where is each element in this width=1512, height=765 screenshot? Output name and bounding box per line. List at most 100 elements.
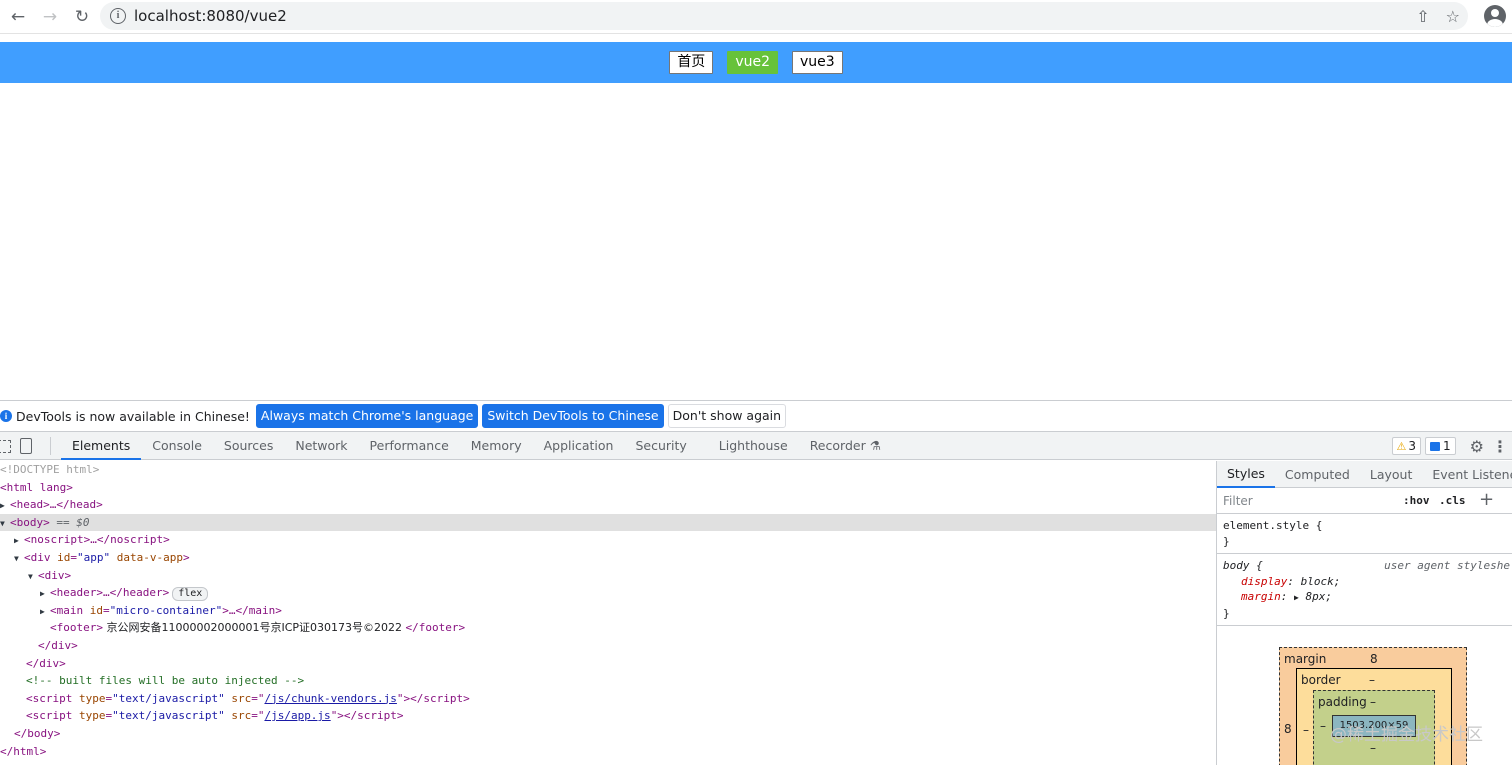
- user-agent-origin: user agent styleshe: [1384, 559, 1510, 572]
- info-icon: i: [0, 410, 12, 422]
- forward-icon[interactable]: →: [36, 3, 64, 31]
- dom-node-script-vendors[interactable]: <script type="text/javascript" src="/js/…: [0, 690, 1216, 708]
- html-close-tag: </html>: [0, 744, 47, 758]
- dom-node-html[interactable]: <html lang>: [0, 479, 1216, 497]
- dom-node-main[interactable]: ▶ <main id="micro-container">…</main>: [0, 602, 1216, 620]
- new-style-rule-icon[interactable]: +: [1479, 489, 1494, 510]
- messages-badge[interactable]: 1: [1425, 437, 1456, 455]
- share-icon[interactable]: ⇧: [1416, 7, 1429, 26]
- nav-link-vue3[interactable]: vue3: [792, 51, 843, 74]
- tab-recorder[interactable]: Recorder ⚗: [799, 432, 892, 460]
- messages-count: 1: [1443, 439, 1451, 453]
- tab-security[interactable]: Security: [624, 432, 697, 460]
- profile-avatar-icon[interactable]: [1484, 5, 1506, 27]
- dom-node-script-app[interactable]: <script type="text/javascript" src="/js/…: [0, 707, 1216, 725]
- styles-tabbar: Styles Computed Layout Event Listeners: [1217, 461, 1512, 488]
- more-options-icon[interactable]: ⋮: [1492, 437, 1508, 456]
- reload-icon[interactable]: ↻: [68, 3, 96, 31]
- dom-node-div-app-close[interactable]: </div>: [0, 655, 1216, 673]
- element-style-rule[interactable]: element.style { }: [1217, 514, 1512, 554]
- tab-application[interactable]: Application: [533, 432, 625, 460]
- cls-toggle[interactable]: .cls: [1439, 494, 1466, 507]
- dont-show-again-button[interactable]: Don't show again: [667, 404, 787, 428]
- url-text[interactable]: localhost:8080/vue2: [134, 7, 287, 25]
- div-app-tag: <div: [24, 550, 58, 564]
- head-tag: <head>…</head>: [10, 498, 103, 512]
- padding-top-value: –: [1370, 695, 1376, 709]
- body-close-tag: </body>: [14, 726, 61, 740]
- attr-name: id: [57, 550, 71, 564]
- always-match-language-button[interactable]: Always match Chrome's language: [255, 404, 479, 428]
- expand-triangle-icon[interactable]: ▶: [0, 497, 10, 515]
- device-toolbar-icon[interactable]: [16, 436, 36, 456]
- header-tag: <header>…</header>: [50, 586, 170, 600]
- expand-triangle-icon[interactable]: ▶: [14, 532, 24, 550]
- collapse-triangle-icon[interactable]: ▼: [14, 550, 24, 568]
- back-icon[interactable]: ←: [4, 3, 32, 31]
- dom-node-div[interactable]: ▼ <div>: [0, 567, 1216, 585]
- script-src-link[interactable]: /js/chunk-vendors.js: [264, 692, 396, 705]
- styles-filter-input[interactable]: Filter: [1223, 494, 1253, 508]
- dom-node-head[interactable]: ▶ <head>…</head>: [0, 496, 1216, 514]
- warnings-badge[interactable]: ⚠ 3: [1391, 437, 1422, 455]
- border-label: border: [1301, 673, 1341, 687]
- switch-to-chinese-button[interactable]: Switch DevTools to Chinese: [482, 404, 664, 428]
- tab-performance[interactable]: Performance: [359, 432, 460, 460]
- tab-event-listeners[interactable]: Event Listeners: [1422, 461, 1512, 488]
- expand-triangle-icon[interactable]: ▶: [40, 585, 50, 603]
- devtools-tabbar: Elements Console Sources Network Perform…: [0, 432, 1512, 460]
- dom-node-header[interactable]: ▶ <header>…</header> flex: [0, 584, 1216, 602]
- border-top-value: –: [1369, 673, 1375, 687]
- settings-gear-icon[interactable]: ⚙: [1470, 437, 1484, 456]
- prop-margin: margin: [1241, 590, 1281, 603]
- tab-memory[interactable]: Memory: [460, 432, 533, 460]
- main-open-tag: <main: [50, 603, 90, 617]
- tab-lighthouse[interactable]: Lighthouse: [708, 432, 799, 460]
- address-bar[interactable]: i localhost:8080/vue2 ⇧ ☆: [100, 2, 1468, 30]
- dom-node-noscript[interactable]: ▶ <noscript>…</noscript>: [0, 531, 1216, 549]
- expand-triangle-icon[interactable]: ▶: [1294, 593, 1299, 602]
- bookmark-star-icon[interactable]: ☆: [1446, 7, 1460, 26]
- tab-console[interactable]: Console: [141, 432, 213, 460]
- warnings-count: 3: [1408, 439, 1417, 453]
- collapse-triangle-icon[interactable]: ▼: [28, 568, 38, 586]
- tab-network[interactable]: Network: [284, 432, 358, 460]
- flex-badge[interactable]: flex: [172, 587, 209, 602]
- site-info-icon[interactable]: i: [110, 8, 126, 24]
- dom-node-div-app[interactable]: ▼ <div id="app" data-v-app>: [0, 549, 1216, 567]
- attr-value: "text/javascript": [112, 691, 225, 705]
- rule-close-brace: }: [1223, 606, 1230, 620]
- noscript-tag: <noscript>…</noscript>: [24, 533, 170, 547]
- styles-filter-bar: Filter :hov .cls +: [1217, 488, 1512, 514]
- inspect-element-icon[interactable]: [0, 436, 16, 456]
- nav-link-home[interactable]: 首页: [669, 51, 714, 74]
- dom-node-doctype[interactable]: <!DOCTYPE html>: [0, 461, 1216, 479]
- body-style-rule[interactable]: body {user agent styleshe display: block…: [1217, 554, 1512, 626]
- dom-node-body[interactable]: ▼ <body> == $0: [0, 513, 1216, 533]
- box-model-margin[interactable]: margin 8 8 border – – padding – – – 1503…: [1279, 647, 1467, 765]
- dom-node-div-close[interactable]: </div>: [0, 637, 1216, 655]
- dom-node-comment[interactable]: <!-- built files will be auto injected -…: [0, 672, 1216, 690]
- watermark: @稀土掘金技术社区: [1330, 725, 1483, 745]
- tab-styles[interactable]: Styles: [1217, 461, 1275, 488]
- tab-sources[interactable]: Sources: [213, 432, 284, 460]
- collapse-triangle-icon[interactable]: ▼: [0, 515, 10, 533]
- tab-computed[interactable]: Computed: [1275, 461, 1360, 488]
- dom-node-html-close[interactable]: </html>: [0, 743, 1216, 761]
- val-display: block;: [1300, 574, 1341, 588]
- nav-link-vue2[interactable]: vue2: [727, 51, 778, 74]
- hov-toggle[interactable]: :hov: [1403, 494, 1430, 507]
- tab-layout[interactable]: Layout: [1360, 461, 1423, 488]
- dom-node-footer[interactable]: <footer> 京公网安备11000002000001号京ICP证030173…: [0, 619, 1216, 637]
- div-open-tag: <div>: [38, 568, 72, 582]
- expand-triangle-icon[interactable]: ▶: [40, 603, 50, 621]
- attr-name: data-v-app: [116, 550, 183, 564]
- dom-node-body-close[interactable]: </body>: [0, 725, 1216, 743]
- prop-display: display: [1241, 574, 1288, 588]
- box-model-border[interactable]: border – – padding – – – 1503.200×59: [1296, 668, 1452, 765]
- script-src-link[interactable]: /js/app.js: [264, 709, 330, 722]
- border-left-value: –: [1303, 723, 1309, 737]
- tab-elements[interactable]: Elements: [61, 432, 142, 460]
- padding-left-value: –: [1320, 719, 1326, 733]
- margin-left-value: 8: [1284, 722, 1292, 736]
